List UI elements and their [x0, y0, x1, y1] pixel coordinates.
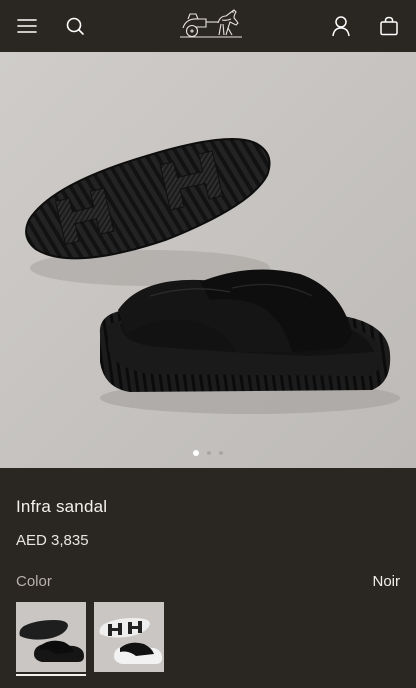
user-icon: [332, 16, 350, 37]
hamburger-menu-icon: [17, 19, 37, 33]
product-image: [0, 52, 416, 468]
product-image-carousel[interactable]: [0, 52, 416, 468]
carousel-pager: [0, 450, 416, 456]
product-title: Infra sandal: [16, 497, 108, 516]
swatch-white-thumbnail: [94, 602, 164, 672]
shopping-bag-icon: [380, 16, 398, 36]
search-icon: [66, 17, 84, 35]
carousel-dot-1[interactable]: [193, 450, 199, 456]
color-label: Color: [16, 573, 52, 590]
swatch-noir-thumbnail: [16, 602, 86, 672]
hermes-carriage-logo: [180, 9, 242, 38]
carousel-dot-2[interactable]: [207, 451, 211, 455]
menu-button[interactable]: [11, 10, 43, 42]
account-button[interactable]: [325, 10, 357, 42]
brand-logo[interactable]: [176, 6, 246, 40]
selected-color-value: Noir: [372, 573, 400, 590]
selected-swatch-indicator: [16, 674, 86, 676]
carousel-dot-3[interactable]: [219, 451, 223, 455]
top-navigation-bar: [0, 0, 416, 52]
color-swatch-white-black[interactable]: [94, 602, 164, 672]
product-price: AED 3,835: [16, 532, 89, 549]
color-swatch-noir[interactable]: [16, 602, 86, 672]
cart-button[interactable]: [373, 10, 405, 42]
search-button[interactable]: [59, 10, 91, 42]
